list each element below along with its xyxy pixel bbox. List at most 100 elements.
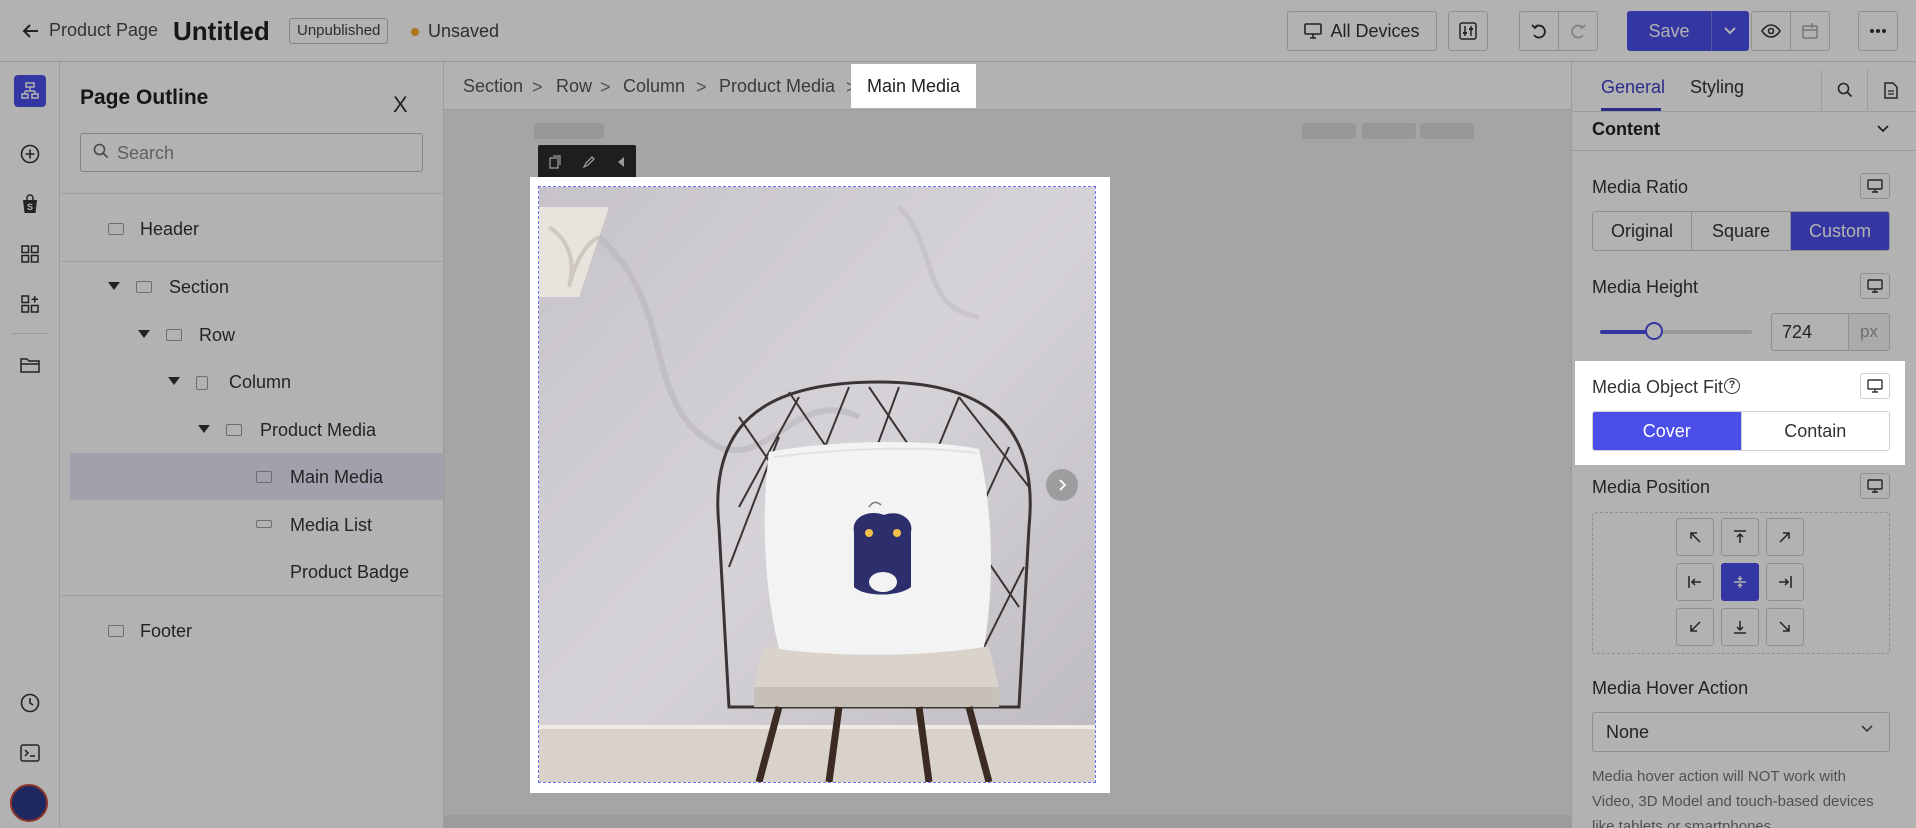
placeholder-bar (1362, 123, 1416, 139)
desktop-icon (1867, 479, 1883, 493)
fit-cover-option[interactable]: Cover (1593, 412, 1742, 450)
object-fit-segmented: Cover Contain (1592, 411, 1890, 451)
section-icon (136, 281, 152, 293)
breadcrumb-item[interactable]: Column (623, 76, 685, 97)
outline-item-label: Header (140, 219, 200, 239)
save-dropdown-button[interactable] (1711, 11, 1749, 51)
rail-shopify-button[interactable]: S (14, 188, 46, 220)
desktop-icon (1867, 279, 1883, 293)
help-circle-icon[interactable]: ? (1724, 378, 1740, 394)
back-link[interactable]: Product Page (49, 20, 158, 41)
media-height-input[interactable]: 724 (1771, 313, 1849, 351)
expand-triangle-icon[interactable] (138, 330, 150, 338)
rail-outline-button[interactable] (14, 75, 46, 107)
position-bottom-left-button[interactable] (1676, 608, 1714, 646)
outline-close-button[interactable]: X (393, 92, 408, 118)
save-button[interactable]: Save (1627, 11, 1711, 51)
ratio-original-option[interactable]: Original (1593, 212, 1692, 250)
chevron-down-icon[interactable] (1876, 124, 1890, 134)
outline-divider (61, 261, 443, 262)
unsaved-dot-icon (411, 28, 419, 36)
image-icon (256, 471, 272, 483)
expand-triangle-icon[interactable] (198, 425, 210, 433)
desktop-icon (1304, 23, 1323, 39)
tab-styling[interactable]: Styling (1690, 77, 1744, 98)
media-position-label: Media Position (1592, 477, 1711, 497)
caret-left-icon[interactable] (617, 157, 625, 167)
outline-item-label: Row (199, 325, 236, 345)
page-title[interactable]: Untitled (173, 16, 270, 47)
rail-code-button[interactable] (14, 737, 46, 769)
tab-general[interactable]: General (1601, 77, 1665, 98)
placeholder-bar (1302, 123, 1356, 139)
redo-button[interactable] (1558, 11, 1598, 51)
more-options-button[interactable] (1858, 11, 1898, 51)
outline-divider (61, 193, 443, 194)
eye-icon (1761, 24, 1781, 38)
duplicate-icon[interactable] (549, 155, 561, 169)
media-ratio-device-button[interactable] (1860, 173, 1890, 199)
style-brush-icon[interactable] (582, 155, 596, 169)
user-avatar[interactable] (10, 784, 48, 822)
object-fit-device-button[interactable] (1860, 373, 1890, 399)
canvas-scrollbar[interactable] (444, 815, 1571, 828)
content-section-title[interactable]: Content (1592, 119, 1660, 140)
folder-icon (20, 357, 40, 373)
device-selector-label: All Devices (1330, 20, 1420, 41)
clock-icon (20, 693, 40, 713)
breadcrumb-separator: > (600, 77, 611, 97)
undo-button[interactable] (1519, 11, 1559, 51)
fit-contain-option[interactable]: Contain (1741, 412, 1889, 450)
position-bottom-right-button[interactable] (1766, 608, 1804, 646)
tabs-divider (1572, 111, 1916, 112)
outline-title: Page Outline (80, 86, 209, 109)
breadcrumb-separator: > (696, 77, 707, 97)
breadcrumb-current[interactable]: Main Media (852, 65, 976, 107)
next-media-button[interactable] (1046, 469, 1078, 501)
media-height-unit: px (1848, 313, 1890, 351)
position-right-button[interactable] (1766, 563, 1804, 601)
preview-button[interactable] (1751, 11, 1791, 51)
position-left-button[interactable] (1676, 563, 1714, 601)
align-left-icon (1688, 575, 1702, 589)
search-icon (93, 143, 109, 159)
position-bottom-button[interactable] (1721, 608, 1759, 646)
column-icon (196, 376, 208, 390)
rail-add-button[interactable] (14, 138, 46, 170)
product-image[interactable] (538, 186, 1096, 783)
ratio-square-option[interactable]: Square (1692, 212, 1791, 250)
position-top-right-button[interactable] (1766, 518, 1804, 556)
outline-divider (61, 595, 443, 596)
align-right-icon (1778, 575, 1792, 589)
device-selector-button[interactable]: All Devices (1287, 11, 1437, 51)
panel-page-button[interactable] (1867, 70, 1913, 110)
breadcrumb-item[interactable]: Row (556, 76, 592, 97)
breadcrumb-item[interactable]: Product Media (719, 76, 835, 97)
rail-elements-button[interactable] (14, 238, 46, 270)
outline-item-media-list[interactable] (61, 501, 443, 548)
ratio-custom-option[interactable]: Custom (1791, 212, 1889, 250)
align-center-icon (1733, 575, 1747, 589)
settings-adjust-button[interactable] (1448, 11, 1488, 51)
outline-item-product-media[interactable] (61, 406, 443, 453)
position-top-button[interactable] (1721, 518, 1759, 556)
panel-search-button[interactable] (1821, 70, 1867, 110)
svg-text:S: S (27, 202, 33, 212)
publish-button[interactable] (1790, 11, 1830, 51)
breadcrumb-item[interactable]: Section (463, 76, 523, 97)
expand-triangle-icon[interactable] (108, 282, 120, 290)
hover-action-select[interactable]: None (1592, 712, 1890, 752)
back-arrow-icon[interactable] (18, 18, 44, 44)
rail-apps-button[interactable] (14, 288, 46, 320)
outline-item-row[interactable] (61, 311, 443, 358)
object-fit-label: Media Object Fit (1592, 377, 1724, 397)
position-center-button[interactable] (1721, 563, 1759, 601)
media-position-device-button[interactable] (1860, 473, 1890, 499)
rail-files-button[interactable] (14, 349, 46, 381)
section-divider (1572, 150, 1916, 151)
rail-history-button[interactable] (14, 687, 46, 719)
media-height-slider-handle[interactable] (1645, 322, 1663, 340)
media-height-device-button[interactable] (1860, 273, 1890, 299)
position-top-left-button[interactable] (1676, 518, 1714, 556)
expand-triangle-icon[interactable] (168, 377, 180, 385)
